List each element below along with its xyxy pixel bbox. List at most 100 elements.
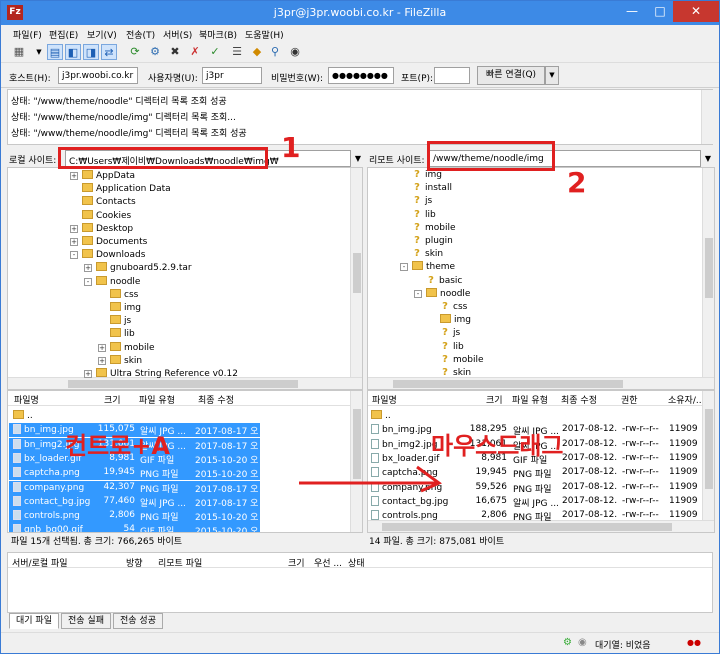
tree-expander-icon[interactable]: + <box>84 370 92 378</box>
sync-browse-icon[interactable]: ⚲ <box>267 44 283 60</box>
tree-expander-icon[interactable]: + <box>84 264 92 273</box>
local-tree-node[interactable]: lib <box>110 328 135 341</box>
local-tree-node[interactable]: + Desktop <box>70 222 133 236</box>
remote-tree-node[interactable]: ? mobile <box>440 354 483 367</box>
tree-node-label: install <box>425 183 452 194</box>
file-icon <box>13 452 21 463</box>
local-tree-node[interactable]: + gnuboard5.2.9.tar <box>84 262 192 275</box>
reconnect-icon[interactable]: ✓ <box>207 44 223 60</box>
remote-tree-node[interactable]: ? plugin <box>412 235 453 248</box>
remote-file-row[interactable]: controls.png 2,806 PNG 파일 2017-08-12... -rw-… <box>369 509 701 523</box>
tree-expander-icon[interactable]: - <box>84 277 92 286</box>
local-tree-node[interactable]: Application Data <box>82 183 171 196</box>
local-tree-node[interactable]: + Ultra String Reference v0.12 <box>84 368 238 381</box>
tree-expander-icon[interactable]: + <box>70 224 78 233</box>
tab-failed-transfers[interactable]: 전송 실패 <box>61 613 111 629</box>
log-scrollbar[interactable] <box>701 90 713 144</box>
file-modified-cell: 2017-08-12... <box>562 452 618 463</box>
filter-icon[interactable]: ☰ <box>229 44 245 60</box>
toolbar: ▦ ▼ ▤ ◧ ◨ ⇄ ⟳ ⚙ ✖ ✗ ✓ ☰ ◆ ⚲ ◉ <box>1 41 719 63</box>
file-icon <box>371 452 379 463</box>
remote-tree-node[interactable]: - theme <box>400 261 455 274</box>
local-tree-node[interactable]: - noodle <box>84 275 140 289</box>
tree-expander-icon[interactable]: - <box>414 289 422 298</box>
remote-tree-node[interactable]: img <box>440 314 471 327</box>
menu-server[interactable]: 서버(S) <box>163 28 192 41</box>
toggle-remote-tree-icon[interactable]: ◨ <box>83 44 99 60</box>
remote-tree-node[interactable]: - noodle <box>414 287 470 301</box>
password-input[interactable]: ●●●●●●●● <box>328 67 394 84</box>
tab-queued-files[interactable]: 대기 파일 <box>9 613 59 629</box>
activity-lights-icon: ●● <box>687 638 701 647</box>
local-tree-node[interactable]: img <box>110 302 141 315</box>
toggle-log-icon[interactable]: ▤ <box>47 44 63 60</box>
remote-tree-node[interactable]: ? basic <box>426 275 462 288</box>
menu-file[interactable]: 파일(F) <box>13 28 42 41</box>
tree-expander-icon[interactable]: + <box>70 238 78 246</box>
remote-tree-node[interactable]: ? skin <box>440 367 471 380</box>
local-tree-node[interactable]: + mobile <box>98 341 155 355</box>
remote-tree-vscroll[interactable] <box>702 168 714 377</box>
user-input[interactable]: j3pr <box>202 67 262 84</box>
cancel-icon[interactable]: ✖ <box>167 44 183 60</box>
remote-tree-node[interactable]: ? install <box>412 182 452 195</box>
menu-transfer[interactable]: 전송(T) <box>126 28 155 41</box>
remote-file-row[interactable]: contact_bg.jpg 16,675 알씨 JPG ... 2017-08-12… <box>369 495 701 509</box>
host-input[interactable]: j3pr.woobi.co.kr <box>58 67 138 84</box>
remote-tree-node[interactable]: ? lib <box>412 209 436 222</box>
tree-expander-icon[interactable]: + <box>98 343 106 352</box>
file-size-cell: 2,806 <box>481 510 507 521</box>
disconnect-icon[interactable]: ✗ <box>187 44 203 60</box>
toggle-queue-icon[interactable]: ⇄ <box>101 44 117 60</box>
local-tree-node[interactable]: Cookies <box>82 209 131 223</box>
tree-expander-icon[interactable]: + <box>98 356 106 365</box>
local-file-row[interactable]: contact_bg.jpg 77,460 알씨 JPG ... 2017-08-17… <box>9 494 260 509</box>
tab-successful-transfers[interactable]: 전송 성공 <box>113 613 163 629</box>
site-dropdown-icon[interactable]: ▼ <box>31 44 47 60</box>
local-tree-node[interactable]: + Documents <box>70 236 147 249</box>
local-tree-vscroll[interactable] <box>350 168 362 377</box>
remote-tree-node[interactable]: ? js <box>440 327 460 340</box>
compare-icon[interactable]: ◆ <box>249 44 265 60</box>
process-queue-icon[interactable]: ⚙ <box>147 44 163 60</box>
remote-tree-node[interactable]: ? skin <box>412 248 443 261</box>
remote-file-row[interactable]: .. <box>369 409 701 423</box>
quickconnect-dropdown[interactable]: ▼ <box>545 66 559 85</box>
remote-tree-node[interactable]: ? js <box>412 195 432 208</box>
local-tree-node[interactable]: + AppData <box>70 170 135 183</box>
menu-edit[interactable]: 편집(E) <box>49 28 78 41</box>
quickconnect-button[interactable]: 빠른 연결(Q) <box>477 66 545 85</box>
search-icon[interactable]: ◉ <box>287 44 303 60</box>
menu-help[interactable]: 도움말(H) <box>245 28 284 41</box>
menu-bookmarks[interactable]: 북마크(B) <box>199 28 237 41</box>
local-tree-node[interactable]: + skin <box>98 354 142 368</box>
local-path-dropdown-icon[interactable]: ▼ <box>351 150 365 167</box>
local-file-row[interactable]: captcha.png 19,945 PNG 파일 2015-10-20 오... <box>9 466 260 481</box>
tree-expander-icon[interactable]: + <box>70 172 78 180</box>
remote-path-dropdown-icon[interactable]: ▼ <box>701 150 715 167</box>
tree-expander-icon[interactable]: - <box>70 251 78 260</box>
local-list-vscroll[interactable] <box>350 391 362 532</box>
menu-view[interactable]: 보기(V) <box>87 28 117 41</box>
port-input[interactable] <box>434 67 470 84</box>
local-file-row[interactable]: .. <box>9 409 260 423</box>
local-file-row[interactable]: gnb_bg00.gif 54 GIF 파일 2015-10-20 오... <box>9 523 260 532</box>
local-tree-node[interactable]: css <box>110 288 138 302</box>
close-button[interactable]: ✕ <box>673 1 719 22</box>
toggle-local-tree-icon[interactable]: ◧ <box>65 44 81 60</box>
remote-tree-node[interactable]: ? mobile <box>412 222 455 235</box>
site-manager-icon[interactable]: ▦ <box>11 44 27 60</box>
refresh-icon[interactable]: ⟳ <box>127 44 143 60</box>
local-tree-node[interactable]: Contacts <box>82 196 136 209</box>
local-file-row[interactable]: company.png 42,307 PNG 파일 2017-08-17 오... <box>9 480 260 495</box>
remote-list-vscroll[interactable] <box>702 391 714 520</box>
local-tree-node[interactable]: - Downloads <box>70 249 145 262</box>
remote-tree-node[interactable]: ? lib <box>440 341 464 354</box>
maximize-button[interactable]: □ <box>646 1 674 22</box>
minimize-button[interactable]: — <box>618 1 646 22</box>
tree-expander-icon[interactable]: - <box>400 263 408 272</box>
local-file-row[interactable]: controls.png 2,806 PNG 파일 2015-10-20 오... <box>9 509 260 524</box>
remote-tree-node[interactable]: ? css <box>440 301 467 314</box>
local-tree-node[interactable]: js <box>110 315 131 328</box>
remote-tree-hscroll[interactable] <box>368 377 714 389</box>
